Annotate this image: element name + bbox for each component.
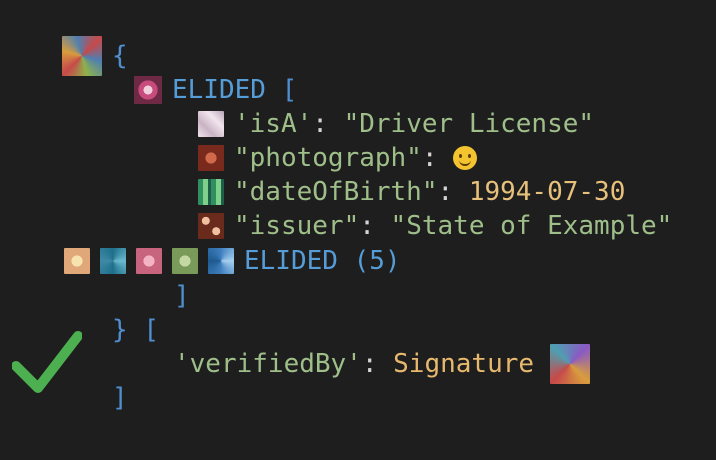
elided-assertions-line: ELIDED (5) bbox=[64, 243, 401, 279]
verified-by-key: 'verifiedBy' bbox=[174, 349, 362, 379]
assertion-issuer: "issuer" : "State of Example" bbox=[198, 208, 672, 244]
envelope-close-brace: } bbox=[112, 315, 128, 345]
signature-digest-icon bbox=[549, 344, 590, 384]
elided-digest-3-icon bbox=[136, 248, 162, 274]
assertion-photograph: "photograph" : bbox=[198, 140, 478, 176]
assertions-close-line: ] bbox=[112, 380, 128, 416]
issuer-digest-icon bbox=[198, 213, 224, 239]
envelope-close-line: } [ bbox=[112, 312, 159, 348]
assertion-value: "State of Example" bbox=[390, 211, 673, 241]
assertion-key: "photograph" bbox=[234, 143, 422, 173]
checkmark-icon bbox=[12, 331, 82, 393]
assertions-open-bracket: [ bbox=[143, 315, 159, 345]
assertion-key: "issuer" bbox=[234, 211, 360, 241]
assertion-isa: 'isA' : "Driver License" bbox=[198, 106, 594, 142]
assertion-key: "dateOfBirth" bbox=[234, 177, 438, 207]
assertion-value: "Driver License" bbox=[343, 109, 595, 139]
elided-keyword: ELIDED bbox=[172, 75, 266, 105]
elided-digest-5-icon bbox=[208, 248, 234, 274]
verified-by-line: 'verifiedBy' : Signature bbox=[174, 344, 600, 384]
dateofbirth-digest-icon bbox=[198, 179, 224, 205]
assertions-close-bracket: ] bbox=[112, 383, 128, 413]
elided-digest-4-icon bbox=[172, 248, 198, 274]
elided-close-line: ] bbox=[174, 278, 190, 314]
envelope-digest-icon bbox=[62, 36, 102, 76]
elided-digest-icon bbox=[134, 76, 162, 104]
assertion-dateofbirth: "dateOfBirth" : 1994-07-30 bbox=[198, 174, 625, 210]
envelope-open-line: { bbox=[62, 36, 128, 76]
assertion-key: 'isA' bbox=[234, 109, 313, 139]
elided-header-line: ELIDED [ bbox=[134, 72, 297, 108]
elided-open-bracket: [ bbox=[281, 75, 298, 105]
envelope-open-brace: { bbox=[112, 41, 128, 71]
smiley-face-icon bbox=[453, 146, 478, 170]
isa-digest-icon bbox=[198, 111, 224, 137]
elided-close-bracket: ] bbox=[174, 281, 190, 311]
elided-digest-1-icon bbox=[64, 248, 90, 274]
photograph-digest-icon bbox=[198, 145, 224, 171]
signature-label: Signature bbox=[393, 349, 535, 379]
assertion-value: 1994-07-30 bbox=[468, 177, 626, 207]
elided-digest-2-icon bbox=[100, 248, 126, 274]
elided-count-label: ELIDED (5) bbox=[244, 246, 401, 276]
